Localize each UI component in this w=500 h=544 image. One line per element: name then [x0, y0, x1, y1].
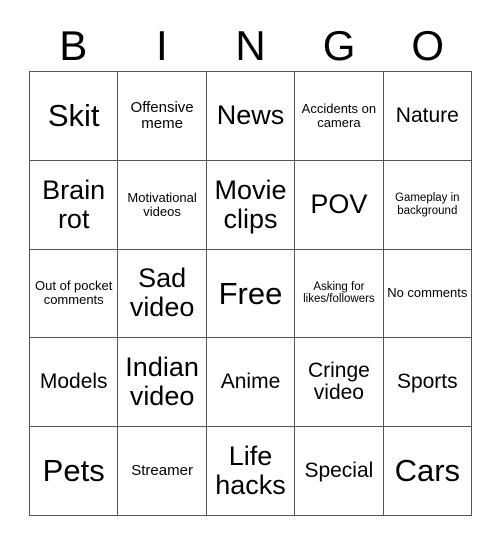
bingo-cell-label: Pets — [42, 453, 105, 489]
bingo-cell[interactable]: Indian video — [118, 338, 207, 428]
bingo-cell-label: Accidents on camera — [301, 100, 377, 130]
bingo-cell[interactable]: Motivational videos — [118, 160, 207, 250]
bingo-cell[interactable]: Life hacks — [206, 427, 296, 516]
bingo-cell[interactable]: POV — [295, 160, 384, 250]
bingo-cell[interactable]: Free — [206, 249, 296, 339]
bingo-cell[interactable]: Cars — [383, 427, 472, 516]
bingo-cell[interactable]: Sad video — [118, 249, 207, 339]
header-letter-i: I — [156, 22, 168, 69]
bingo-cell[interactable]: Sports — [383, 338, 472, 428]
bingo-cell-label: Life hacks — [215, 440, 286, 501]
header-letter-b: B — [59, 22, 88, 69]
bingo-cell[interactable]: Offensive meme — [118, 72, 207, 161]
bingo-cell-label: Anime — [220, 369, 281, 393]
bingo-cell-label: News — [216, 100, 285, 131]
bingo-cell-label: POV — [310, 189, 368, 220]
bingo-cell[interactable]: Streamer — [118, 427, 207, 516]
bingo-cell-label: Cringe video — [307, 358, 370, 405]
bingo-cell[interactable]: Cringe video — [295, 338, 384, 428]
bingo-cell-label: Brain rot — [42, 174, 106, 234]
bingo-cell[interactable]: Skit — [30, 72, 119, 161]
bingo-cell-label: Sports — [396, 369, 458, 393]
bingo-header: B I N G O — [29, 22, 472, 70]
bingo-cell-label: Streamer — [131, 462, 193, 479]
bingo-cell[interactable]: News — [206, 72, 296, 161]
bingo-cell-label: Free — [218, 275, 283, 311]
bingo-cell[interactable]: Movie clips — [206, 160, 296, 250]
bingo-cell-label: Skit — [47, 98, 100, 134]
bingo-cell-label: Sad video — [129, 263, 195, 323]
bingo-card: B I N G O Skit Offensive meme News Accident… — [0, 0, 500, 544]
bingo-cell[interactable]: Models — [30, 338, 119, 428]
bingo-cell[interactable]: Brain rot — [30, 160, 119, 250]
bingo-cell-label: Movie clips — [214, 174, 287, 234]
bingo-cell-label: Out of pocket comments — [35, 278, 113, 308]
bingo-cell-label: Gameplay in background — [395, 192, 460, 217]
bingo-cell[interactable]: No comments — [383, 249, 472, 339]
bingo-cell[interactable]: Accidents on camera — [295, 72, 384, 161]
bingo-cell-label: Offensive meme — [130, 98, 194, 132]
bingo-cell-label: Nature — [395, 103, 459, 127]
bingo-cell-label: Indian video — [125, 352, 199, 412]
bingo-cell[interactable]: Asking for likes/followers — [295, 249, 384, 339]
bingo-cell-label: No comments — [387, 285, 468, 301]
bingo-cell-label: Models — [39, 369, 108, 393]
header-letter-g: G — [322, 22, 356, 69]
header-letter-n: N — [235, 22, 266, 69]
bingo-cell[interactable]: Gameplay in background — [383, 160, 472, 250]
bingo-cell-label: Motivational videos — [127, 189, 197, 219]
bingo-grid: Skit Offensive meme News Accidents on camer… — [29, 71, 472, 516]
bingo-cell[interactable]: Anime — [206, 338, 296, 428]
bingo-cell[interactable]: Nature — [383, 72, 472, 161]
bingo-cell[interactable]: Pets — [30, 427, 119, 516]
bingo-cell-label: Cars — [394, 453, 461, 489]
bingo-cell-label: Special — [304, 458, 374, 482]
bingo-cell[interactable]: Special — [295, 427, 384, 516]
bingo-cell-label: Asking for likes/followers — [303, 281, 375, 306]
bingo-cell[interactable]: Out of pocket comments — [30, 249, 119, 339]
header-letter-o: O — [411, 22, 444, 69]
